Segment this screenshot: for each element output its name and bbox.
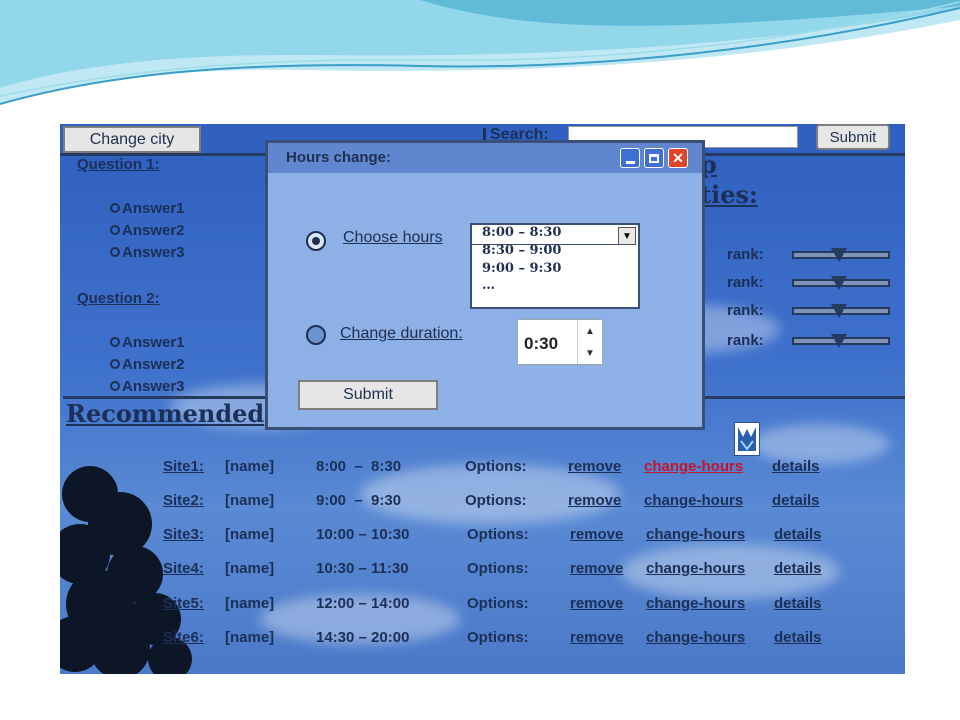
radio-icon[interactable] — [110, 359, 120, 369]
radio-icon[interactable] — [110, 225, 120, 235]
remove-link[interactable]: remove — [570, 560, 623, 577]
details-link[interactable]: details — [774, 595, 822, 612]
slider-thumb-icon[interactable] — [831, 334, 847, 348]
change-hours-link[interactable]: change-hours — [646, 526, 745, 543]
site-time: 12:00 – 14:00 — [316, 595, 410, 612]
radio-icon[interactable] — [110, 381, 120, 391]
change-hours-link[interactable]: change-hours — [644, 458, 743, 475]
details-link[interactable]: details — [772, 492, 820, 509]
maximize-icon[interactable] — [644, 148, 664, 168]
site-name: [name] — [225, 560, 275, 577]
change-hours-link[interactable]: change-hours — [646, 560, 745, 577]
slider-thumb-icon[interactable] — [831, 304, 847, 318]
radio-icon[interactable] — [110, 247, 120, 257]
header-waves — [0, 0, 960, 105]
site-link[interactable]: Site5: — [163, 595, 204, 612]
details-link[interactable]: details — [774, 629, 822, 646]
options-label: Options: — [467, 560, 529, 577]
minimize-icon[interactable] — [620, 148, 640, 168]
cloud — [750, 424, 890, 464]
search-submit-button[interactable]: Submit — [816, 124, 890, 150]
details-link[interactable]: details — [774, 560, 822, 577]
duration-value[interactable]: 0:30 — [524, 334, 558, 354]
spin-down-icon[interactable]: ▼ — [578, 342, 602, 364]
site-link[interactable]: Site3: — [163, 526, 204, 543]
dialog-title: Hours change: — [286, 149, 392, 166]
remove-link[interactable]: remove — [570, 595, 623, 612]
answer-q2-2[interactable]: Answer2 — [122, 356, 185, 373]
recommended-heading: Recommended — [66, 399, 265, 428]
site-name: [name] — [225, 526, 275, 543]
site-time: 10:30 – 11:30 — [316, 560, 409, 577]
options-label: Options: — [465, 458, 527, 475]
options-label: Options: — [467, 595, 529, 612]
answer-q2-3[interactable]: Answer3 — [122, 378, 185, 395]
site-time: 14:30 – 20:00 — [316, 629, 410, 646]
hours-listbox[interactable]: 8:00 – 8:30 8:30 – 9:00 9:00 – 9:30 … ▼ — [470, 223, 640, 309]
duration-stepper[interactable]: 0:30 ▲ ▼ — [517, 319, 603, 365]
details-link[interactable]: details — [774, 526, 822, 543]
remove-link[interactable]: remove — [570, 629, 623, 646]
dropdown-arrow-icon[interactable]: ▼ — [618, 227, 636, 245]
details-link[interactable]: details — [772, 458, 820, 475]
rank-label: rank: — [727, 332, 764, 349]
site-time: 9:00 – 9:30 — [316, 492, 402, 509]
remove-link[interactable]: remove — [568, 458, 621, 475]
site-time: 8:00 – 8:30 — [316, 458, 402, 475]
hours-change-dialog: Hours change: ✕ Choose hours 8:00 – 8:30… — [265, 140, 705, 430]
options-label: Options: — [465, 492, 527, 509]
radio-icon[interactable] — [110, 337, 120, 347]
site-link[interactable]: Site6: — [163, 629, 204, 646]
hour-option[interactable]: 8:00 – 8:30 — [482, 225, 561, 240]
answer-q1-1[interactable]: Answer1 — [122, 200, 185, 217]
site-link[interactable]: Site1: — [163, 458, 204, 475]
change-duration-option[interactable]: Change duration: — [340, 325, 463, 343]
slider-thumb-icon[interactable] — [831, 276, 847, 290]
answer-q1-3[interactable]: Answer3 — [122, 244, 185, 261]
radio-icon[interactable] — [110, 203, 120, 213]
dialog-title-bar: Hours change: ✕ — [268, 143, 702, 173]
choose-hours-option[interactable]: Choose hours — [343, 229, 443, 247]
site-name: [name] — [225, 458, 275, 475]
hour-option-more: … — [482, 278, 495, 293]
partial-heading: ties: — [700, 180, 758, 209]
radio-icon[interactable] — [306, 231, 326, 251]
hour-option[interactable]: 8:30 – 9:00 — [482, 243, 561, 258]
site-time: 10:00 – 10:30 — [316, 526, 410, 543]
rank-label: rank: — [727, 246, 764, 263]
stepper-buttons: ▲ ▼ — [577, 320, 602, 364]
question-2-label: Question 2: — [77, 290, 160, 307]
question-1-label: Question 1: — [77, 156, 160, 173]
site-name: [name] — [225, 492, 275, 509]
radio-icon[interactable] — [306, 325, 326, 345]
close-icon[interactable]: ✕ — [668, 148, 688, 168]
rank-label: rank: — [727, 302, 764, 319]
answer-q1-2[interactable]: Answer2 — [122, 222, 185, 239]
remove-link[interactable]: remove — [568, 492, 621, 509]
options-label: Options: — [467, 629, 529, 646]
app-screenshot: Change city Search: Submit Question 1: A… — [60, 124, 905, 674]
site-link[interactable]: Site4: — [163, 560, 204, 577]
site-link[interactable]: Site2: — [163, 492, 204, 509]
change-city-button[interactable]: Change city — [63, 126, 201, 153]
site-name: [name] — [225, 595, 275, 612]
change-hours-link[interactable]: change-hours — [646, 595, 745, 612]
answer-q2-1[interactable]: Answer1 — [122, 334, 185, 351]
slider-thumb-icon[interactable] — [831, 248, 847, 262]
change-hours-link[interactable]: change-hours — [644, 492, 743, 509]
remove-link[interactable]: remove — [570, 526, 623, 543]
rank-label: rank: — [727, 274, 764, 291]
options-label: Options: — [467, 526, 529, 543]
site-name: [name] — [225, 629, 275, 646]
spin-up-icon[interactable]: ▲ — [578, 320, 602, 342]
app-logo-icon — [734, 422, 760, 456]
dialog-submit-button[interactable]: Submit — [298, 380, 438, 410]
change-hours-link[interactable]: change-hours — [646, 629, 745, 646]
hour-option[interactable]: 9:00 – 9:30 — [482, 261, 561, 276]
